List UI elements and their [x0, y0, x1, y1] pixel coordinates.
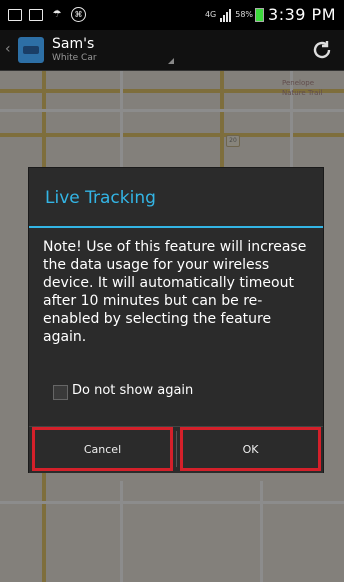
ok-button[interactable]: OK: [180, 427, 321, 471]
vehicle-name[interactable]: Sam's: [52, 36, 94, 52]
clock: 3:39 PM: [268, 5, 336, 24]
gallery-icon: [8, 8, 22, 21]
refresh-icon[interactable]: [310, 38, 334, 62]
dialog-button-row: Cancel OK: [29, 426, 323, 473]
spinner-indicator-icon[interactable]: [168, 58, 174, 64]
action-bar: ‹ Sam's White Car: [0, 30, 344, 71]
title-divider: [29, 226, 323, 228]
car-app-icon[interactable]: [18, 37, 44, 63]
image-icon: [29, 8, 43, 21]
cancel-button[interactable]: Cancel: [32, 427, 173, 471]
vehicle-subtitle[interactable]: White Car: [52, 53, 97, 63]
network-type: 4G: [204, 10, 217, 19]
button-divider: [176, 431, 177, 467]
dialog-title: Live Tracking: [45, 188, 156, 208]
app-notification-icon: ⌘: [71, 7, 86, 22]
do-not-show-checkbox[interactable]: [53, 385, 68, 400]
battery-percent: 58%: [235, 10, 254, 19]
back-chevron-icon[interactable]: ‹: [5, 41, 11, 57]
signal-icon: [220, 8, 232, 22]
status-bar: ☂ ⌘ 4G 58% 3:39 PM: [0, 0, 344, 30]
live-tracking-dialog: Live Tracking Note! Use of this feature …: [28, 167, 324, 473]
checkbox-label[interactable]: Do not show again: [72, 383, 193, 398]
battery-icon: 58%: [235, 7, 265, 22]
weather-icon: ☂: [52, 9, 62, 20]
dialog-message: Note! Use of this feature will increase …: [43, 239, 307, 345]
notification-icons: ☂ ⌘: [8, 7, 86, 22]
